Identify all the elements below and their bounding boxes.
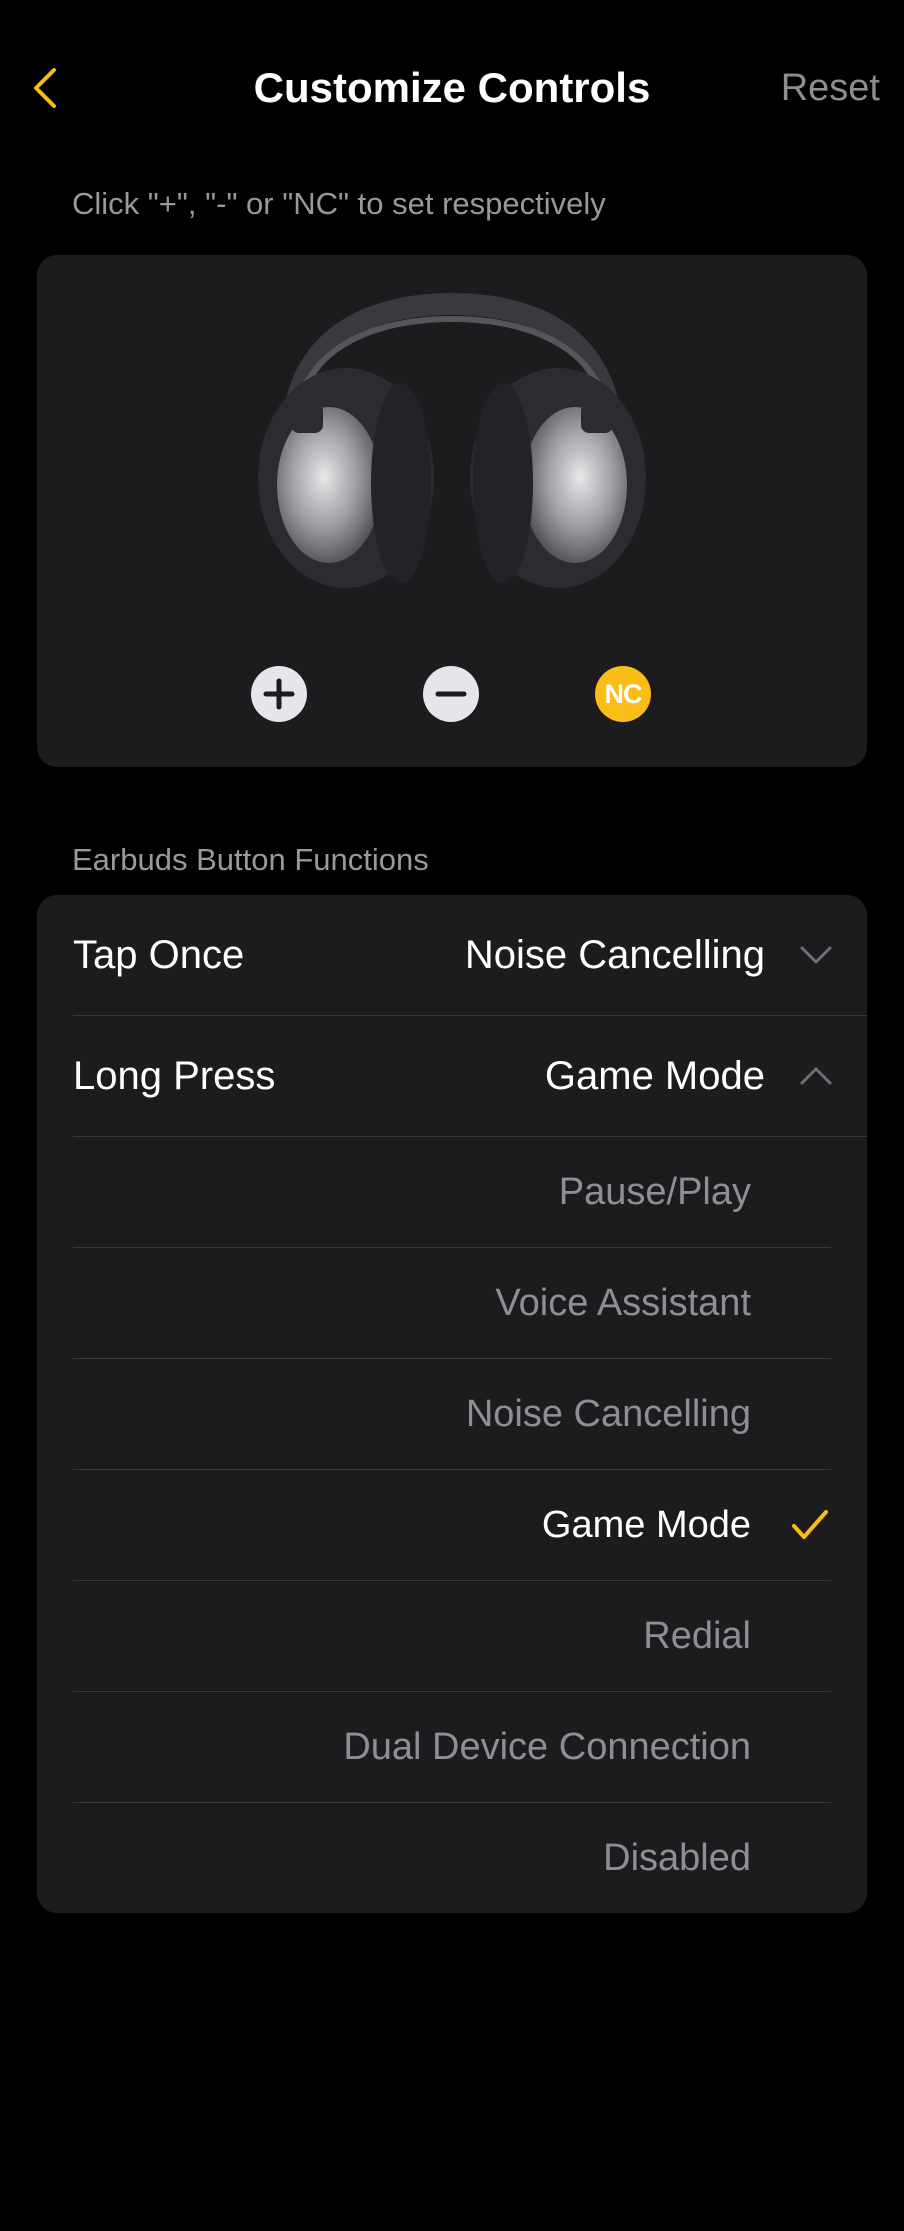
option-label: Game Mode (541, 1504, 751, 1546)
checkmark-icon (792, 1510, 828, 1539)
chevron-up-icon (800, 1067, 832, 1085)
option-label: Pause/Play (558, 1171, 751, 1213)
option-noise-cancelling[interactable]: Noise Cancelling (37, 1359, 867, 1470)
section-label: Earbuds Button Functions (72, 842, 429, 877)
option-label: Voice Assistant (495, 1282, 751, 1324)
header: Customize Controls Reset (0, 0, 904, 175)
option-redial[interactable]: Redial (37, 1581, 867, 1692)
option-label: Noise Cancelling (465, 1393, 751, 1435)
option-pause-play[interactable]: Pause/Play (37, 1137, 867, 1248)
option-game-mode[interactable]: Game Mode (37, 1470, 867, 1581)
option-label: Dual Device Connection (343, 1726, 751, 1768)
tap-once-label: Tap Once (73, 933, 245, 977)
page-title: Customize Controls (253, 64, 651, 111)
tap-once-row[interactable]: Tap Once Noise Cancelling (37, 895, 867, 1016)
minus-control-button[interactable] (423, 666, 479, 722)
option-voice-assistant[interactable]: Voice Assistant (37, 1248, 867, 1359)
minus-icon (435, 691, 467, 697)
plus-icon (263, 678, 295, 710)
tap-once-value: Noise Cancelling (464, 933, 765, 977)
nc-control-button[interactable]: NC (595, 666, 651, 722)
chevron-down-icon (800, 946, 832, 964)
button-functions-list: Tap Once Noise Cancelling Long Press Gam… (37, 895, 867, 1913)
headphones-image (258, 293, 646, 588)
long-press-label: Long Press (73, 1054, 276, 1098)
long-press-row[interactable]: Long Press Game Mode (37, 1016, 867, 1137)
long-press-value: Game Mode (544, 1054, 765, 1098)
device-card: NC (37, 255, 867, 767)
hint-text: Click "+", "-" or "NC" to set respective… (72, 186, 606, 221)
reset-button[interactable]: Reset (781, 62, 880, 114)
option-label: Redial (643, 1615, 751, 1657)
option-disabled[interactable]: Disabled (37, 1803, 867, 1913)
option-dual-device-connection[interactable]: Dual Device Connection (37, 1692, 867, 1803)
option-label: Disabled (603, 1837, 751, 1879)
plus-control-button[interactable] (251, 666, 307, 722)
